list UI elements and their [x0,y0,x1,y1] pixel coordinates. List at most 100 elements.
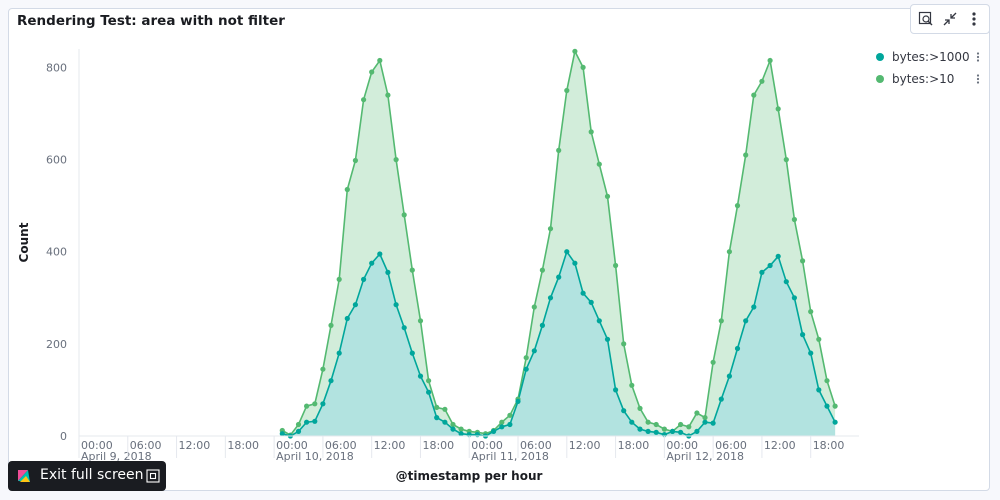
y-tick-label: 400 [46,246,67,259]
data-point [751,304,757,310]
data-point [718,318,724,324]
y-tick-label: 0 [60,430,67,443]
x-tick-label: 18:00 [422,439,454,452]
data-point [458,426,464,432]
data-point [369,260,375,266]
area-chart: 020040060080000:00April 9, 201806:00 12:0… [17,48,980,483]
data-point [824,403,830,409]
data-point [718,396,724,402]
data-point [295,428,302,434]
data-point [832,403,838,409]
data-point [312,418,318,424]
data-point [629,382,635,388]
x-tick-label: 06:00 [520,439,552,452]
data-point [401,212,407,218]
data-point [580,290,586,296]
data-point [759,269,765,275]
x-tick-label: 18:00 [618,439,650,452]
data-point [547,226,554,232]
data-point [572,48,578,54]
data-point [499,419,505,425]
data-point [791,216,798,223]
data-point [645,419,651,425]
legend-label: bytes:>1000 [892,50,970,64]
data-point [442,419,448,425]
data-point [361,276,367,282]
data-point [621,341,627,347]
y-tick-label: 800 [46,61,67,74]
data-point [304,403,310,409]
data-point [816,387,822,393]
data-point [783,279,789,285]
data-point [539,267,546,273]
data-point [702,419,708,425]
data-point [637,405,643,411]
legend-options-icon [976,77,980,81]
data-point [393,157,399,163]
data-point [613,262,619,269]
legend-options-icon [976,74,980,77]
data-point [734,203,741,209]
data-point [694,410,700,416]
data-point [645,428,651,434]
data-point [710,420,716,426]
data-point [572,260,578,266]
exit-full-screen-button[interactable]: Exit full screen [8,461,166,491]
data-point [629,419,635,425]
x-tick-label: 12:00 [764,439,796,452]
data-point [377,251,383,257]
data-point [320,401,326,407]
data-point [808,350,814,356]
data-point [499,424,505,430]
data-point [361,97,367,103]
data-point [450,421,456,428]
data-point [678,421,684,428]
data-point [580,64,586,70]
data-point [702,415,708,421]
exit-full-screen-label: Exit full screen [40,467,144,483]
data-point [523,366,529,372]
legend-options-icon [976,59,980,62]
x-axis-title: @timestamp per hour [396,469,543,483]
data-point [426,378,432,384]
data-point [328,378,334,384]
data-point [434,404,440,410]
data-point [377,57,383,64]
data-point [832,419,838,425]
legend-swatch [876,53,884,61]
data-point [507,412,513,418]
data-point [661,426,668,432]
data-point [800,332,806,338]
data-point [743,152,749,158]
data-point [604,336,611,342]
data-point [791,295,798,301]
y-tick-label: 600 [46,154,67,167]
data-point [556,147,562,153]
data-point [295,421,302,428]
data-point [564,249,570,255]
data-point [450,426,456,432]
legend-options-icon [976,52,980,55]
data-point [385,92,391,98]
data-point [800,258,806,264]
data-point [637,426,643,432]
data-point [678,429,684,435]
data-point [613,387,619,393]
data-point [442,406,448,412]
data-point [434,415,440,421]
data-point [564,87,570,94]
data-point [417,373,424,379]
x-tick-label: 12:00 [374,439,406,452]
data-point [531,304,537,310]
data-point [393,302,399,308]
data-point [491,428,497,434]
data-point [694,428,700,434]
data-point [751,92,757,98]
legend-label: bytes:>10 [892,72,954,86]
x-tick-label: 18:00 [813,439,845,452]
data-point [588,129,594,135]
x-tick-label: 18:00 [227,439,259,452]
y-axis-title: Count [17,222,31,262]
data-point [596,161,602,167]
data-point [734,345,741,352]
